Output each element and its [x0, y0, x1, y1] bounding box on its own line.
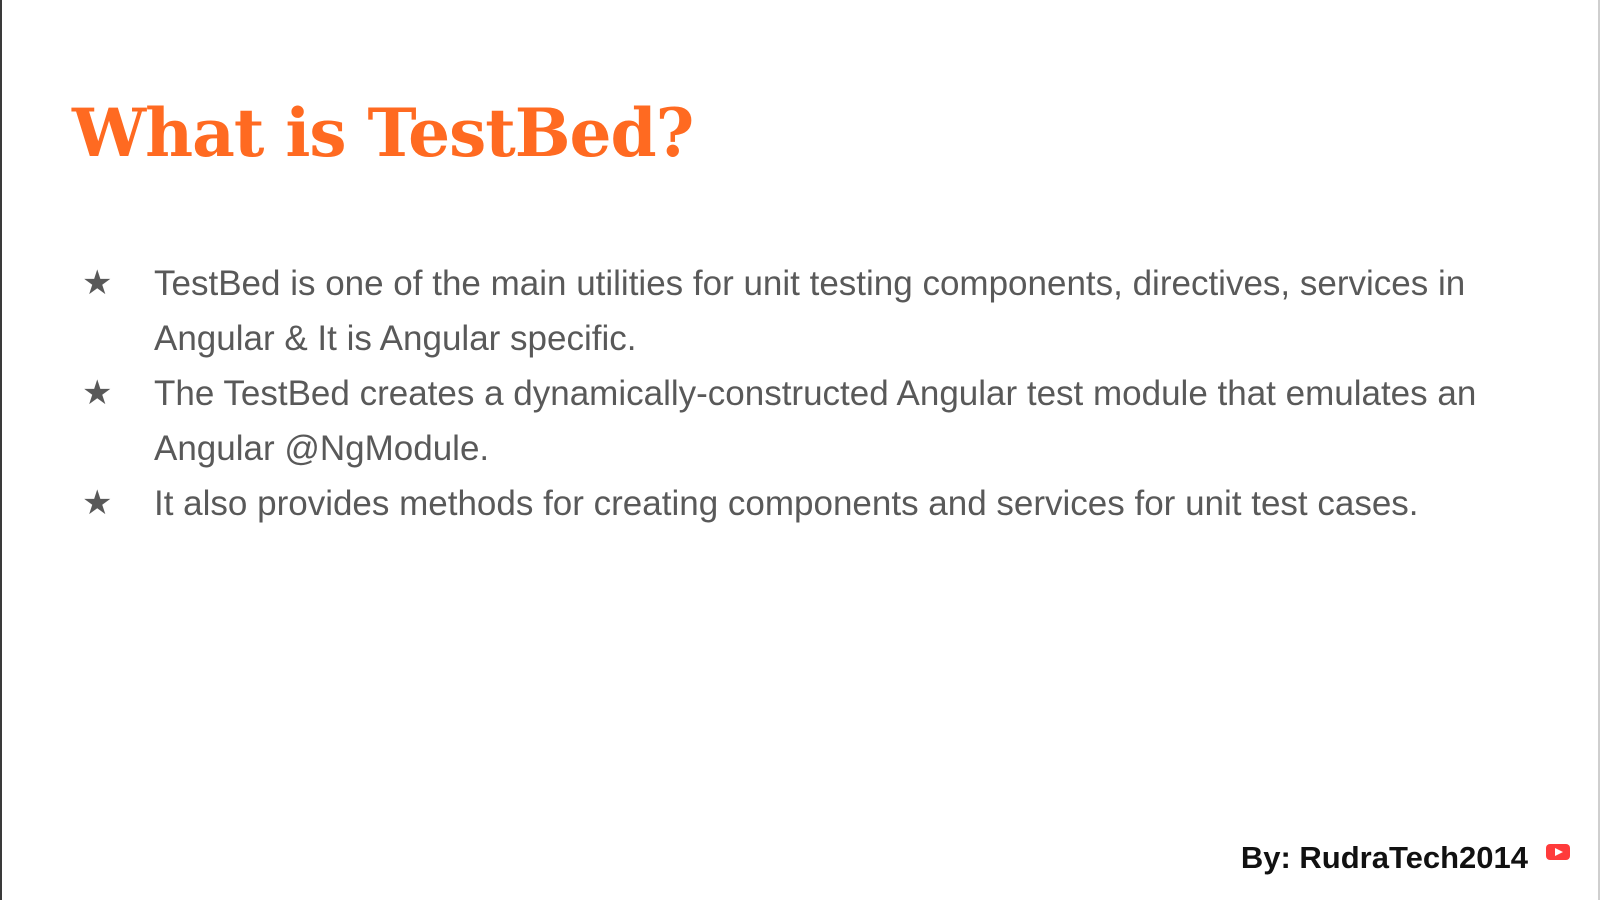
star-icon: ★ [82, 483, 113, 523]
bullet-item: ★ The TestBed creates a dynamically-cons… [80, 366, 1480, 476]
slide-title: What is TestBed? [72, 94, 694, 172]
bullet-text: TestBed is one of the main utilities for… [154, 264, 1466, 358]
author-credit: By: RudraTech2014 [1240, 840, 1528, 875]
slide: What is TestBed? ★ TestBed is one of the… [0, 0, 1600, 900]
bullet-text: It also provides methods for creating co… [154, 484, 1419, 523]
star-icon: ★ [82, 373, 113, 413]
youtube-icon [1546, 844, 1570, 860]
bullet-text: The TestBed creates a dynamically-constr… [154, 374, 1477, 468]
bullet-item: ★ It also provides methods for creating … [80, 476, 1480, 531]
bullet-list: ★ TestBed is one of the main utilities f… [80, 256, 1480, 531]
bullet-item: ★ TestBed is one of the main utilities f… [80, 256, 1480, 366]
star-icon: ★ [82, 263, 113, 303]
